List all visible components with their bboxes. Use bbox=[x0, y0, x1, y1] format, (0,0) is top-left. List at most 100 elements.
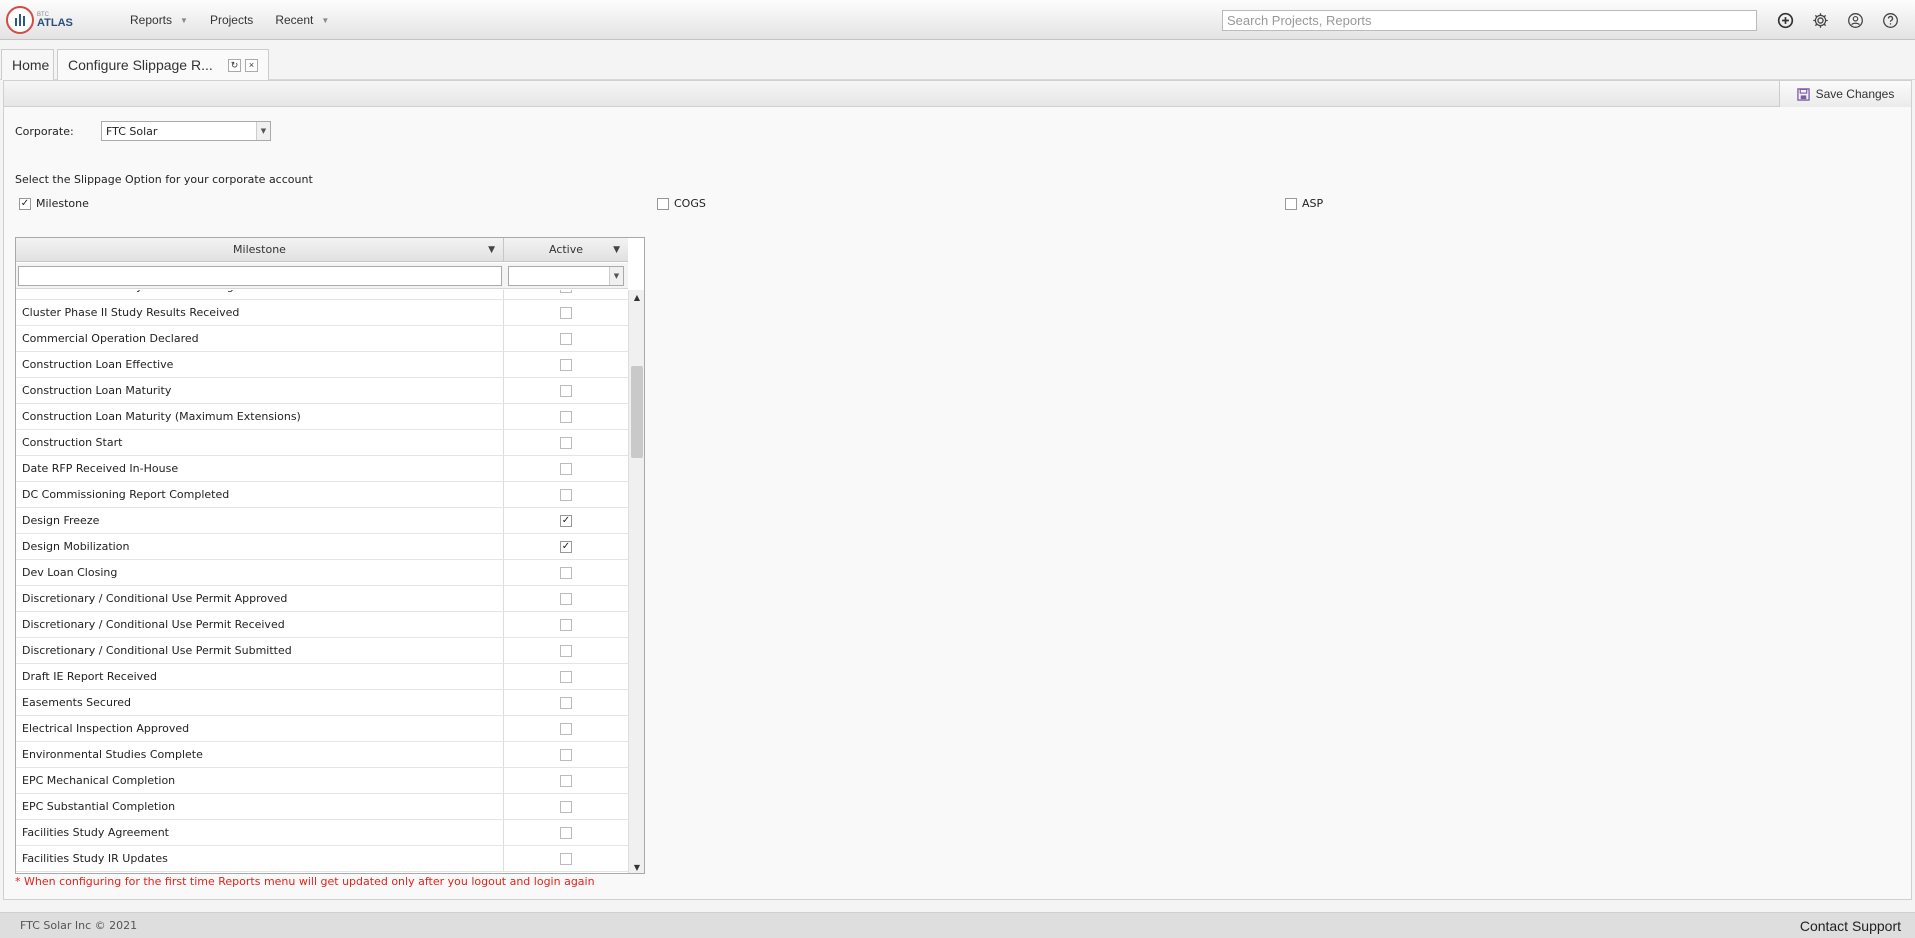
table-row[interactable]: EPC Substantial Completion bbox=[16, 794, 628, 820]
active-checkbox[interactable] bbox=[560, 618, 572, 631]
active-checkbox[interactable] bbox=[560, 800, 572, 813]
chevron-down-icon[interactable]: ▼ bbox=[256, 122, 270, 140]
active-checkbox[interactable] bbox=[560, 358, 572, 371]
table-row[interactable]: Discretionary / Conditional Use Permit A… bbox=[16, 586, 628, 612]
atlas-logo[interactable]: BTC ATLAS bbox=[6, 4, 73, 36]
option-asp[interactable]: ASP bbox=[1285, 197, 1323, 210]
contact-support-link[interactable]: Contact Support bbox=[1800, 918, 1901, 934]
milestone-grid: Milestone ▼ Active ▼ ▼ Cluster Phase II … bbox=[15, 237, 645, 874]
active-checkbox[interactable] bbox=[560, 592, 572, 605]
table-row[interactable]: Cluster Phase II Study Results Received bbox=[16, 300, 628, 326]
active-checkbox[interactable] bbox=[560, 488, 572, 501]
scrollbar-thumb[interactable] bbox=[631, 366, 643, 458]
table-row[interactable]: DC Commissioning Report Completed bbox=[16, 482, 628, 508]
active-checkbox[interactable] bbox=[560, 436, 572, 449]
active-checkbox[interactable] bbox=[560, 826, 572, 839]
table-row[interactable]: Construction Loan Effective bbox=[16, 352, 628, 378]
active-cell bbox=[504, 612, 628, 637]
cogs-checkbox[interactable] bbox=[657, 197, 669, 210]
milestone-cell: Discretionary / Conditional Use Permit S… bbox=[16, 638, 504, 663]
nav-recent[interactable]: Recent ▼ bbox=[275, 13, 329, 27]
nav-reports[interactable]: Reports ▼ bbox=[130, 13, 188, 27]
table-row[interactable]: Environmental Studies Complete bbox=[16, 742, 628, 768]
nav-reports-label: Reports bbox=[130, 13, 173, 27]
active-checkbox[interactable] bbox=[560, 644, 572, 657]
scroll-up-icon[interactable]: ▲ bbox=[629, 290, 644, 304]
milestone-cell: Easements Secured bbox=[16, 690, 504, 715]
help-icon[interactable] bbox=[1881, 11, 1899, 29]
active-checkbox[interactable]: ✓ bbox=[560, 540, 572, 553]
active-cell: ✓ bbox=[504, 508, 628, 533]
table-row[interactable]: Discretionary / Conditional Use Permit R… bbox=[16, 612, 628, 638]
save-changes-label: Save Changes bbox=[1815, 87, 1895, 101]
active-checkbox[interactable] bbox=[560, 384, 572, 397]
table-row[interactable]: Construction Loan Maturity (Maximum Exte… bbox=[16, 404, 628, 430]
active-cell bbox=[504, 456, 628, 481]
active-checkbox[interactable] bbox=[560, 410, 572, 423]
table-row[interactable]: Construction Loan Maturity bbox=[16, 378, 628, 404]
active-checkbox[interactable] bbox=[560, 290, 572, 293]
logo-name: ATLAS bbox=[37, 16, 73, 29]
add-icon[interactable] bbox=[1776, 11, 1794, 29]
column-header-milestone[interactable]: Milestone ▼ bbox=[16, 238, 504, 261]
filter-icon[interactable]: ▼ bbox=[488, 245, 495, 255]
scroll-down-icon[interactable]: ▼ bbox=[629, 860, 644, 873]
table-row[interactable]: Facilities Study IR Updates bbox=[16, 846, 628, 872]
active-checkbox[interactable] bbox=[560, 696, 572, 709]
active-filter-select[interactable]: ▼ bbox=[508, 266, 624, 286]
nav-projects-label: Projects bbox=[209, 13, 254, 27]
milestone-cell: Discretionary / Conditional Use Permit R… bbox=[16, 612, 504, 637]
slippage-instruction: Select the Slippage Option for your corp… bbox=[15, 173, 313, 186]
active-checkbox[interactable] bbox=[560, 306, 572, 319]
table-row[interactable]: Draft IE Report Received bbox=[16, 664, 628, 690]
gear-icon[interactable] bbox=[1811, 11, 1829, 29]
search-input[interactable] bbox=[1222, 10, 1757, 31]
active-checkbox[interactable]: ✓ bbox=[560, 514, 572, 527]
tab-home[interactable]: Home bbox=[1, 49, 54, 80]
milestone-filter-input[interactable] bbox=[18, 266, 502, 286]
tab-configure-slippage[interactable]: Configure Slippage R... ↻ × bbox=[57, 49, 269, 80]
nav-projects[interactable]: Projects bbox=[210, 13, 253, 27]
corporate-select[interactable]: FTC Solar ▼ bbox=[101, 121, 271, 141]
chevron-down-icon[interactable]: ▼ bbox=[609, 267, 623, 285]
table-row[interactable]: Electrical Inspection Approved bbox=[16, 716, 628, 742]
table-row[interactable]: Design Mobilization ✓ bbox=[16, 534, 628, 560]
table-row[interactable]: Discretionary / Conditional Use Permit S… bbox=[16, 638, 628, 664]
table-row[interactable]: Facilities Study Agreement bbox=[16, 820, 628, 846]
active-cell bbox=[504, 300, 628, 325]
nav-recent-label: Recent bbox=[275, 13, 314, 27]
asp-checkbox[interactable] bbox=[1285, 197, 1297, 210]
milestone-checkbox[interactable]: ✓ bbox=[19, 197, 31, 210]
active-cell bbox=[504, 742, 628, 767]
table-row[interactable]: Design Freeze ✓ bbox=[16, 508, 628, 534]
milestone-cell: Cluster Phase II Study Results Received bbox=[16, 300, 504, 325]
milestone-cell: Electrical Inspection Approved bbox=[16, 716, 504, 741]
active-cell bbox=[504, 664, 628, 689]
corporate-value: FTC Solar bbox=[106, 125, 158, 138]
user-icon[interactable] bbox=[1846, 11, 1864, 29]
table-row[interactable]: Easements Secured bbox=[16, 690, 628, 716]
table-row[interactable]: Commercial Operation Declared bbox=[16, 326, 628, 352]
active-checkbox[interactable] bbox=[560, 332, 572, 345]
filter-icon[interactable]: ▼ bbox=[613, 245, 620, 255]
active-checkbox[interactable] bbox=[560, 670, 572, 683]
table-row[interactable]: Construction Start bbox=[16, 430, 628, 456]
table-row[interactable]: EPC Mechanical Completion bbox=[16, 768, 628, 794]
active-checkbox[interactable] bbox=[560, 774, 572, 787]
active-checkbox[interactable] bbox=[560, 722, 572, 735]
vertical-scrollbar[interactable]: ▲ ▼ bbox=[628, 290, 644, 873]
column-active-label: Active bbox=[548, 243, 584, 256]
active-checkbox[interactable] bbox=[560, 852, 572, 865]
active-checkbox[interactable] bbox=[560, 748, 572, 761]
table-row[interactable]: Dev Loan Closing bbox=[16, 560, 628, 586]
save-changes-button[interactable]: Save Changes bbox=[1779, 81, 1911, 107]
refresh-icon[interactable]: ↻ bbox=[228, 58, 241, 72]
close-icon[interactable]: × bbox=[245, 58, 258, 72]
table-row[interactable]: Cluster Phase II Study Results Meeting bbox=[16, 290, 628, 300]
option-milestone[interactable]: ✓ Milestone bbox=[19, 197, 89, 210]
active-checkbox[interactable] bbox=[560, 462, 572, 475]
column-header-active[interactable]: Active ▼ bbox=[504, 238, 628, 261]
table-row[interactable]: Date RFP Received In-House bbox=[16, 456, 628, 482]
active-checkbox[interactable] bbox=[560, 566, 572, 579]
option-cogs[interactable]: COGS bbox=[657, 197, 706, 210]
